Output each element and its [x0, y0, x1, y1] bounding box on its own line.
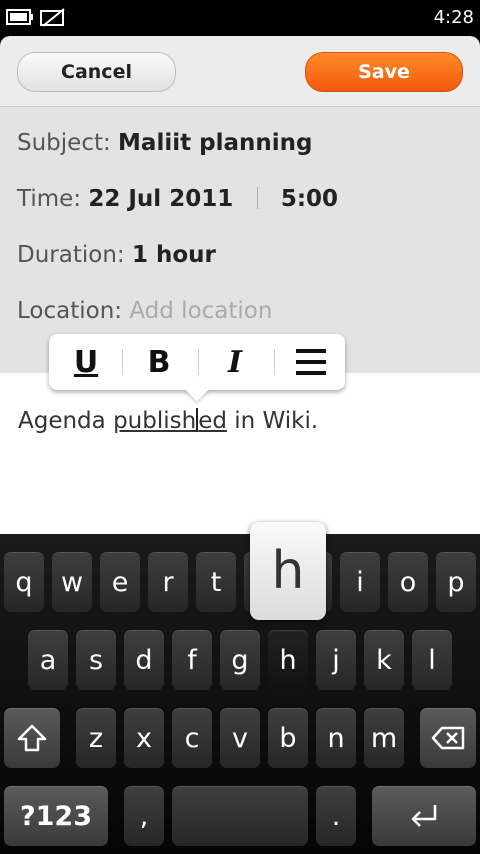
location-label: Location: [17, 298, 123, 324]
underline-button[interactable]: U [58, 342, 114, 382]
key-z[interactable]: z [76, 708, 116, 768]
key-l[interactable]: l [412, 630, 452, 690]
subject-label: Subject: [17, 130, 111, 156]
key-s[interactable]: s [76, 630, 116, 690]
key-t[interactable]: t [196, 552, 236, 612]
key-x[interactable]: x [124, 708, 164, 768]
key-d[interactable]: d [124, 630, 164, 690]
battery-icon [6, 9, 33, 25]
key-f[interactable]: f [172, 630, 212, 690]
cancel-button[interactable]: Cancel [17, 52, 176, 92]
backspace-icon [431, 726, 465, 750]
key-c[interactable]: c [172, 708, 212, 768]
align-justify-icon [296, 349, 326, 375]
backspace-key[interactable] [420, 708, 476, 768]
key-k[interactable]: k [364, 630, 404, 690]
status-bar: 4:28 [0, 0, 480, 36]
virtual-keyboard: q w e r t y u i o p a s d f g h j k l z … [0, 534, 480, 854]
shift-icon [17, 724, 47, 752]
notes-field[interactable]: Agenda published in Wiki. [0, 373, 480, 534]
notes-text-end: in Wiki. [226, 408, 319, 434]
underlined-word: published [113, 408, 227, 434]
key-e[interactable]: e [100, 552, 140, 612]
key-n[interactable]: n [316, 708, 356, 768]
key-w[interactable]: w [52, 552, 92, 612]
bold-button[interactable]: B [131, 342, 187, 382]
formatting-toolbar: U B I [49, 334, 345, 402]
key-i[interactable]: i [340, 552, 380, 612]
key-b[interactable]: b [268, 708, 308, 768]
italic-button[interactable]: I [207, 342, 263, 382]
key-j[interactable]: j [316, 630, 356, 690]
key-m[interactable]: m [364, 708, 404, 768]
location-row[interactable]: Location: Add location [17, 298, 272, 324]
duration-row[interactable]: Duration: 1 hour [17, 242, 216, 268]
key-preview-bubble: h [250, 522, 326, 620]
notes-text: Agenda published in Wiki. [18, 408, 318, 434]
time-value[interactable]: 5:00 [281, 186, 338, 212]
symbols-key[interactable]: ?123 [4, 786, 108, 846]
key-g[interactable]: g [220, 630, 260, 690]
toolbar-divider [122, 349, 123, 375]
toolbar-divider [198, 349, 199, 375]
editor-header: Cancel Save [0, 36, 480, 106]
word-part-a: publish [113, 408, 197, 434]
space-key[interactable] [172, 786, 308, 846]
period-key[interactable]: . [316, 786, 356, 846]
save-button[interactable]: Save [305, 52, 463, 92]
date-value[interactable]: 22 Jul 2011 [88, 186, 233, 212]
duration-label: Duration: [17, 242, 125, 268]
time-row: Time: 22 Jul 2011 5:00 [17, 186, 338, 212]
shift-key[interactable] [4, 708, 60, 768]
subject-row[interactable]: Subject: Maliit planning [17, 130, 312, 156]
time-label: Time: [17, 186, 82, 212]
key-q[interactable]: q [4, 552, 44, 612]
notes-text-start: Agenda [18, 408, 114, 434]
key-a[interactable]: a [28, 630, 68, 690]
key-p[interactable]: p [436, 552, 476, 612]
key-o[interactable]: o [388, 552, 428, 612]
location-input[interactable]: Add location [129, 298, 272, 324]
key-h[interactable]: h [268, 630, 308, 690]
signal-off-icon [40, 8, 65, 27]
duration-value: 1 hour [131, 242, 216, 268]
key-r[interactable]: r [148, 552, 188, 612]
key-v[interactable]: v [220, 708, 260, 768]
subject-value: Maliit planning [118, 130, 313, 156]
comma-key[interactable]: , [124, 786, 164, 846]
enter-icon [411, 805, 437, 827]
toolbar-divider [274, 349, 275, 375]
align-button[interactable] [283, 342, 339, 382]
clock: 4:28 [433, 7, 474, 28]
time-separator [256, 187, 258, 209]
enter-key[interactable] [372, 786, 476, 846]
word-part-b: ed [198, 408, 227, 434]
